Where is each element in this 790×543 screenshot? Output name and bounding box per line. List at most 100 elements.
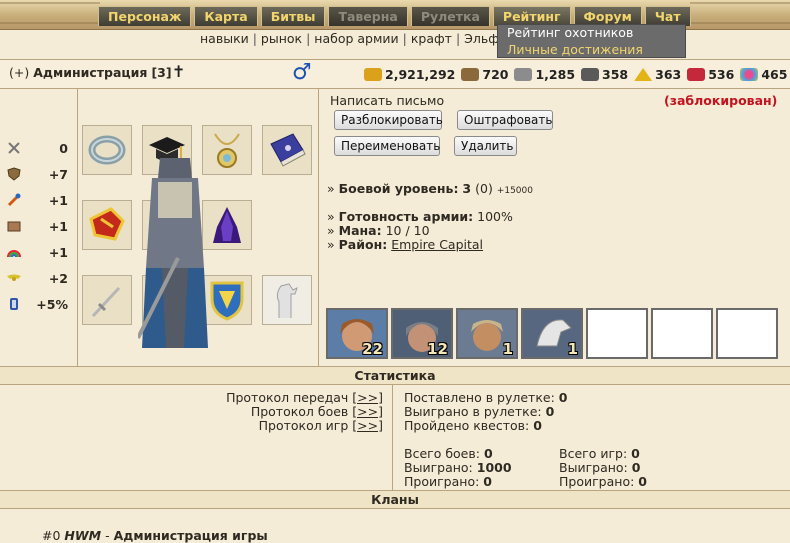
rename-button[interactable]: Переименовать xyxy=(334,136,440,156)
mana-label: Мана: xyxy=(338,223,382,238)
submenu-market[interactable]: рынок xyxy=(261,31,302,46)
cross-icon: ✝ xyxy=(172,62,186,81)
district-link[interactable]: Empire Capital xyxy=(391,237,483,252)
submenu-craft[interactable]: крафт xyxy=(411,31,452,46)
clan-tag-link[interactable]: HWM xyxy=(64,528,101,543)
combat-next: +15000 xyxy=(496,186,533,196)
menu-map[interactable]: Карта xyxy=(194,6,258,26)
menu-tavern[interactable]: Таверна xyxy=(328,6,408,26)
stat-attack: 0 xyxy=(0,135,77,161)
character-level: [3] xyxy=(151,65,172,80)
luck-icon xyxy=(7,245,21,259)
menu-forum[interactable]: Форум xyxy=(573,6,642,26)
submenu-recruit[interactable]: набор армии xyxy=(314,31,398,46)
character-name[interactable]: Администрация xyxy=(33,65,147,80)
rating-dropdown: Рейтинг охотников Личные достижения xyxy=(497,24,686,58)
spellbook-icon xyxy=(270,133,306,167)
battles-lost: Проиграно: 0 xyxy=(404,474,492,489)
submenu-elf[interactable]: Эльф xyxy=(464,31,499,46)
character-name-line: (+) Администрация [3] xyxy=(9,65,172,80)
stat-morale: +2 xyxy=(0,265,77,291)
clan-name: Администрация игры xyxy=(113,528,268,543)
slot-weapon[interactable] xyxy=(82,275,132,325)
banner-ornament-right xyxy=(690,2,790,24)
sub-menu: навыки | рынок | набор армии | крафт | Э… xyxy=(200,31,499,46)
blocked-status: (заблокирован) xyxy=(664,93,778,108)
menu-rating[interactable]: Рейтинг xyxy=(492,6,571,26)
gold-value: 2,921,292 xyxy=(385,67,456,82)
banner-ornament-left xyxy=(0,2,100,24)
stats-column: 0 +7 +1 +1 +1 +2 +5% xyxy=(0,135,77,317)
stat-value: +7 xyxy=(48,166,68,182)
clan-entry: #0 HWM - Администрация игры xyxy=(42,528,268,543)
protocol-games-link[interactable]: [>>] xyxy=(352,418,383,433)
ring-icon xyxy=(88,135,126,165)
attack-icon xyxy=(7,141,21,155)
sword-icon xyxy=(91,286,121,318)
stat-value: +1 xyxy=(48,218,68,234)
unblock-button[interactable]: Разблокировать xyxy=(334,110,443,130)
unit-count: 1 xyxy=(567,340,578,358)
district-label: Район: xyxy=(338,237,388,252)
menu-character[interactable]: Персонаж xyxy=(98,6,192,26)
mana-value: 10 / 10 xyxy=(385,223,430,238)
army-ready-value: 100% xyxy=(477,209,513,224)
clan-dash: - xyxy=(101,528,114,543)
plus-link[interactable]: (+) xyxy=(9,65,29,80)
quests-done: Пройдено квестов: 0 xyxy=(404,418,542,433)
stat-value: 0 xyxy=(59,140,68,156)
menu-chat[interactable]: Чат xyxy=(644,6,691,26)
gems-icon xyxy=(740,68,759,81)
army-slot-1[interactable]: 22 xyxy=(326,308,388,359)
fine-button[interactable]: Оштрафовать xyxy=(457,110,553,130)
defense-icon xyxy=(7,167,21,181)
knowledge-icon xyxy=(7,219,21,233)
divider xyxy=(77,89,78,366)
ore-icon xyxy=(514,68,533,81)
slot-weapon-right[interactable] xyxy=(82,200,132,250)
army-slot-5[interactable] xyxy=(586,308,648,359)
dropdown-achievements[interactable]: Личные достижения xyxy=(498,42,685,59)
sulfur-icon xyxy=(634,68,653,81)
protocol-battles: Протокол боев [>>] xyxy=(251,404,383,419)
stat-defense: +7 xyxy=(0,161,77,187)
divider xyxy=(392,385,393,491)
write-letter-link[interactable]: Написать письмо xyxy=(330,93,444,108)
army-slot-7[interactable] xyxy=(716,308,778,359)
roulette-bet: Поставлено в рулетке: 0 xyxy=(404,390,568,405)
protocol-battles-link[interactable]: [>>] xyxy=(352,404,383,419)
morale-icon xyxy=(7,271,21,285)
crystal-icon xyxy=(687,68,706,81)
army-slot-6[interactable] xyxy=(651,308,713,359)
combat-level-value: 3 xyxy=(462,181,472,196)
dropdown-hunter-rating[interactable]: Рейтинг охотников xyxy=(498,25,685,42)
protocol-transfers-link[interactable]: [>>] xyxy=(352,390,383,405)
slot-book[interactable] xyxy=(262,125,312,175)
combat-level-line: » Боевой уровень: 3 (0) +15000 xyxy=(327,181,533,196)
army-slot-2[interactable]: 12 xyxy=(391,308,453,359)
sulfur-value: 363 xyxy=(655,67,682,82)
statistics-header: Статистика xyxy=(0,366,790,385)
protocol-label: Протокол боев xyxy=(250,404,349,419)
slot-ring[interactable] xyxy=(82,125,132,175)
slot-mount[interactable] xyxy=(262,275,312,325)
battles-won: Выиграно: 1000 xyxy=(404,460,512,475)
submenu-separator: | xyxy=(402,31,411,46)
amulet-icon xyxy=(214,133,240,168)
delete-button[interactable]: Удалить xyxy=(454,136,517,156)
stat-value: +2 xyxy=(48,270,68,286)
army-slot-4[interactable]: 1 xyxy=(521,308,583,359)
menu-roulette[interactable]: Рулетка xyxy=(410,6,490,26)
submenu-skills[interactable]: навыки xyxy=(200,31,249,46)
protocol-label: Протокол передач xyxy=(226,390,349,405)
menu-battles[interactable]: Битвы xyxy=(260,6,326,26)
games-total: Всего игр: 0 xyxy=(559,446,640,461)
army-ready-label: Готовность армии: xyxy=(338,209,474,224)
submenu-separator: | xyxy=(455,31,465,46)
cloak-icon xyxy=(213,207,241,243)
army-ready-line: » Готовность армии: 100% xyxy=(327,209,513,224)
knight-figure xyxy=(138,158,208,348)
crystal-value: 536 xyxy=(708,67,735,82)
army-slot-3[interactable]: 1 xyxy=(456,308,518,359)
stat-luck: +1 xyxy=(0,239,77,265)
